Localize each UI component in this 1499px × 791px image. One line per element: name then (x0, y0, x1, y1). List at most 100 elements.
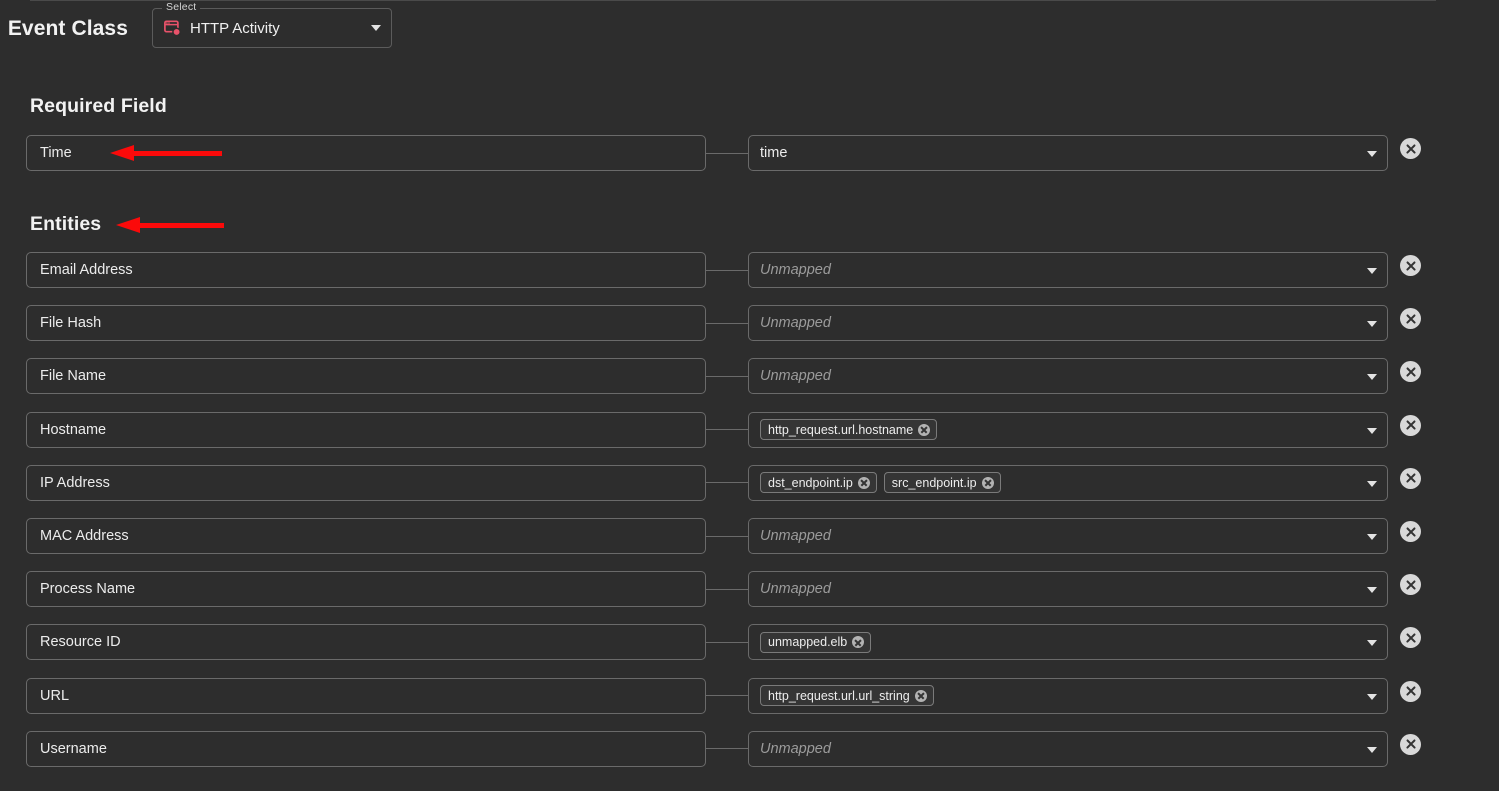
mapping-select-process-name[interactable]: Unmapped (748, 571, 1388, 608)
mapping-chip-label: unmapped.elb (768, 635, 848, 650)
mapping-placeholder: Unmapped (760, 262, 831, 278)
remove-row-button[interactable] (1400, 308, 1421, 330)
mapping-chip[interactable]: http_request.url.url_string (760, 685, 934, 707)
mapping-select-file-name[interactable]: Unmapped (748, 358, 1388, 395)
row-connector (706, 535, 748, 537)
event-class-label: Event Class (7, 16, 128, 40)
row-connector (706, 152, 748, 154)
row-connector (706, 269, 748, 271)
event-class-select-legend: Select (162, 2, 201, 13)
remove-row-button[interactable] (1400, 138, 1421, 159)
table-row: File Name Unmapped (0, 358, 1499, 395)
field-name-url[interactable]: URL (26, 677, 706, 714)
table-row: Email Address Unmapped (0, 252, 1499, 288)
chevron-down-icon[interactable] (1367, 587, 1377, 594)
chevron-down-icon[interactable] (1367, 268, 1377, 274)
mapping-select-url[interactable]: http_request.url.url_string (748, 677, 1388, 714)
annotation-arrow-entities (116, 217, 224, 233)
mapping-chip-label: http_request.url.url_string (768, 688, 910, 703)
field-label: Time (40, 145, 72, 161)
chevron-down-icon[interactable] (1367, 151, 1377, 157)
row-connector (706, 748, 748, 750)
chevron-down-icon[interactable] (1367, 480, 1377, 487)
mapping-select-mac-address[interactable]: Unmapped (748, 518, 1388, 554)
chevron-down-icon[interactable] (1367, 534, 1377, 540)
table-row: IP Address dst_endpoint.ip src_endpoint.ip (0, 464, 1499, 501)
table-row: Time time (0, 135, 1499, 171)
table-row: URL http_request.url.url_string (0, 677, 1499, 714)
chip-remove-icon[interactable] (852, 636, 865, 649)
table-row: Process Name Unmapped (0, 571, 1499, 608)
chevron-down-icon[interactable] (1367, 427, 1377, 434)
mapping-select-resource-id[interactable]: unmapped.elb (748, 624, 1388, 661)
chip-remove-icon[interactable] (914, 689, 927, 702)
table-row: MAC Address Unmapped (0, 518, 1499, 554)
chip-remove-icon[interactable] (918, 423, 931, 436)
remove-row-button[interactable] (1400, 733, 1421, 755)
mapping-chip-label: dst_endpoint.ip (768, 475, 853, 490)
section-heading-entities: Entities (30, 213, 102, 235)
mapping-page: Event Class Select HTTP Activity Require… (0, 0, 1499, 791)
field-name-file-hash[interactable]: File Hash (26, 305, 706, 342)
field-name-file-name[interactable]: File Name (26, 358, 706, 395)
field-name-ip-address[interactable]: IP Address (26, 464, 706, 501)
section-heading-required-field: Required Field (30, 95, 167, 117)
mapping-select-username[interactable]: Unmapped (748, 730, 1388, 767)
table-row: Username Unmapped (0, 730, 1499, 767)
row-connector (706, 322, 748, 324)
field-label: IP Address (40, 474, 110, 491)
field-label: URL (40, 687, 70, 704)
field-label: Process Name (40, 581, 136, 598)
field-name-process-name[interactable]: Process Name (26, 571, 706, 608)
chevron-down-icon[interactable] (1367, 693, 1377, 700)
field-name-email-address[interactable]: Email Address (26, 252, 706, 288)
field-name-mac-address[interactable]: MAC Address (26, 518, 706, 554)
remove-row-button[interactable] (1400, 414, 1421, 436)
chip-remove-icon[interactable] (981, 476, 994, 489)
row-connector (706, 375, 748, 377)
row-connector (706, 482, 748, 484)
row-connector (706, 429, 748, 431)
row-connector (706, 641, 748, 643)
mapping-select-time[interactable]: time (748, 135, 1388, 171)
mapping-select-ip-address[interactable]: dst_endpoint.ip src_endpoint.ip (748, 464, 1388, 501)
chevron-down-icon[interactable] (1367, 746, 1377, 753)
mapping-select-email-address[interactable]: Unmapped (748, 252, 1388, 288)
annotation-arrow-time (110, 145, 222, 161)
mapping-chip[interactable]: http_request.url.hostname (760, 419, 938, 441)
field-label: File Name (40, 368, 107, 385)
event-class-select[interactable]: Select HTTP Activity (152, 2, 392, 48)
remove-row-button[interactable] (1400, 467, 1421, 489)
browser-window-icon (164, 19, 182, 37)
chevron-down-icon (371, 25, 381, 31)
field-name-resource-id[interactable]: Resource ID (26, 624, 706, 661)
chevron-down-icon[interactable] (1367, 321, 1377, 328)
remove-row-button[interactable] (1400, 361, 1421, 383)
remove-row-button[interactable] (1400, 574, 1421, 596)
field-name-hostname[interactable]: Hostname (26, 411, 706, 448)
remove-row-button[interactable] (1400, 521, 1421, 542)
chip-remove-icon[interactable] (857, 476, 870, 489)
field-label: Username (40, 740, 107, 757)
field-label: Resource ID (40, 634, 121, 651)
remove-row-button[interactable] (1400, 627, 1421, 649)
mapping-chip[interactable]: src_endpoint.ip (883, 472, 1001, 494)
chevron-down-icon[interactable] (1367, 640, 1377, 647)
remove-row-button[interactable] (1400, 255, 1421, 276)
field-name-username[interactable]: Username (26, 730, 706, 767)
field-label: MAC Address (40, 528, 129, 544)
chevron-down-icon[interactable] (1367, 374, 1377, 381)
mapping-select-hostname[interactable]: http_request.url.hostname (748, 411, 1388, 448)
mapping-placeholder: Unmapped (760, 368, 831, 385)
mapping-chip[interactable]: unmapped.elb (760, 631, 872, 653)
event-class-select-value: HTTP Activity (190, 19, 280, 37)
mapping-chip-label: http_request.url.hostname (768, 422, 914, 437)
mapping-select-file-hash[interactable]: Unmapped (748, 305, 1388, 342)
remove-row-button[interactable] (1400, 680, 1421, 702)
mapping-placeholder: Unmapped (760, 315, 831, 332)
mapping-chip[interactable]: dst_endpoint.ip (760, 472, 877, 494)
mapping-placeholder: Unmapped (760, 528, 831, 544)
table-row: File Hash Unmapped (0, 305, 1499, 342)
field-label: Email Address (40, 262, 133, 278)
mapping-value: time (760, 145, 788, 161)
